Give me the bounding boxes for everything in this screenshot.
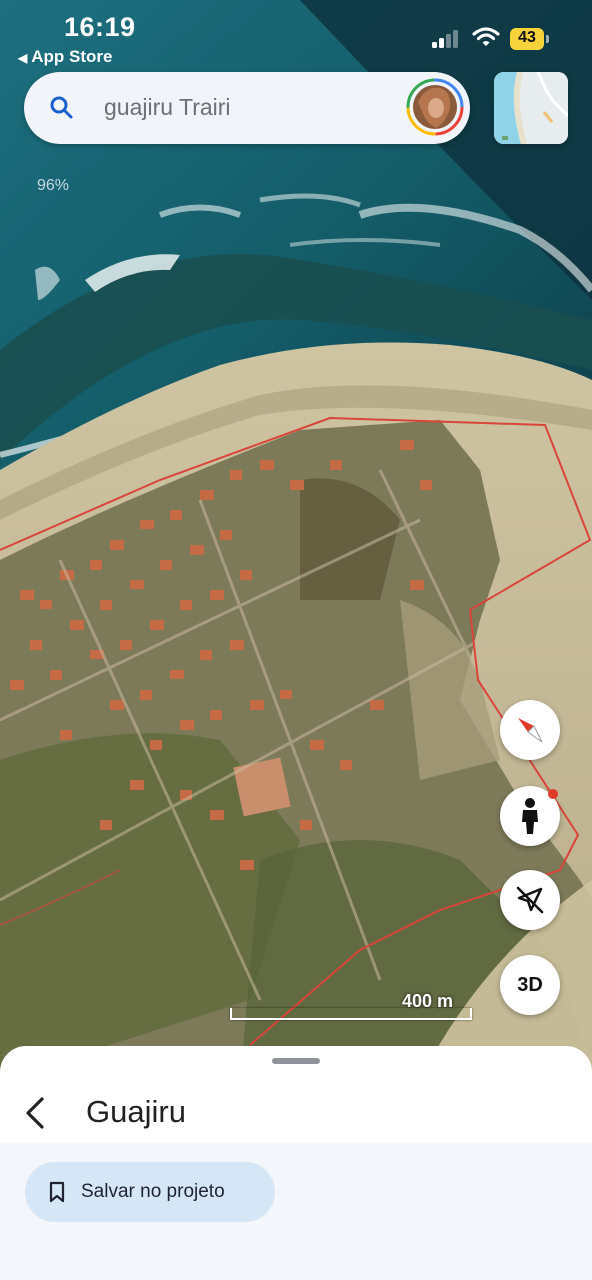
sheet-drag-handle[interactable] [272,1058,320,1064]
back-button[interactable] [20,1096,50,1130]
battery-level: 43 [518,29,536,46]
3d-label: 3D [517,973,543,996]
location-off-icon [516,886,544,914]
bookmark-icon [49,1181,65,1203]
wifi-icon [472,26,500,48]
battery-indicator: 43 [510,28,550,50]
cellular-signal-icon [432,30,462,48]
battery-tip [546,35,549,43]
search-bar[interactable]: guajiru Trairi [24,72,470,144]
map-layers-button[interactable] [494,72,568,144]
profile-avatar[interactable] [406,78,464,136]
scale-bar [230,1008,472,1020]
back-to-app-link[interactable]: ◀ App Store [18,47,112,67]
zoom-level-label: 96% [37,177,70,194]
place-title: Guajiru [86,1094,186,1129]
street-view-person-icon [522,798,538,834]
compass-icon [518,718,543,743]
3d-toggle-button[interactable]: 3D [500,955,560,1015]
save-to-project-button[interactable]: Salvar no projeto [25,1162,275,1222]
search-icon [48,94,76,122]
satellite-map[interactable] [0,0,592,1080]
chevron-left-icon [26,1097,44,1129]
save-button-label: Salvar no projeto [81,1181,225,1202]
back-app-label: App Store [31,47,113,66]
location-marker-dot [548,789,558,799]
location-off-button[interactable] [500,870,560,930]
search-input[interactable]: guajiru Trairi [104,94,231,121]
place-bottom-sheet[interactable]: Guajiru Salvar no projeto [0,1046,592,1280]
back-triangle-icon: ◀ [18,51,28,65]
compass-button[interactable] [500,700,560,760]
status-time: 16:19 [64,12,136,42]
